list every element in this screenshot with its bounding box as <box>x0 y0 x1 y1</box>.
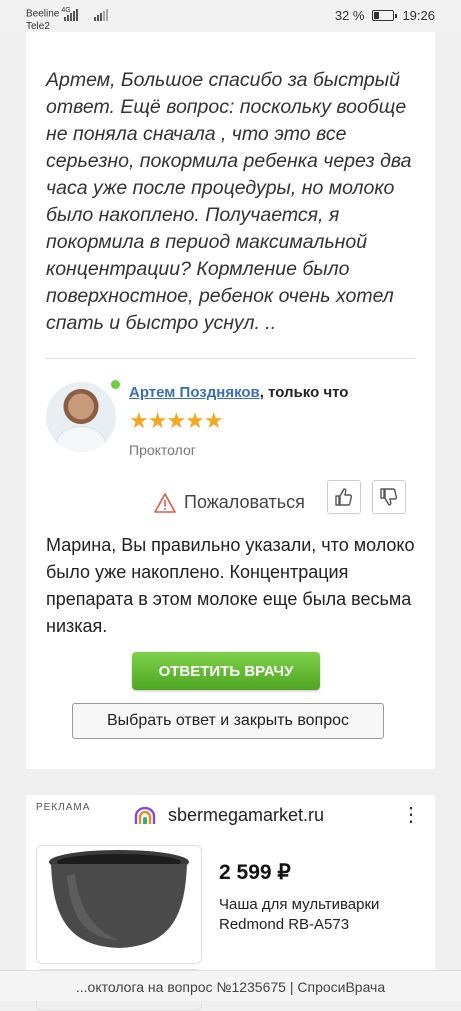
signal-2-icon <box>94 9 108 21</box>
carrier-1-name: Beeline <box>26 8 60 20</box>
ad-domain[interactable]: sbermegamarket.ru <box>168 805 324 826</box>
choose-answer-button[interactable]: Выбрать ответ и закрыть вопрос <box>72 703 384 739</box>
battery-percent: 32 % <box>334 8 365 23</box>
more-options-icon[interactable]: ⋮ <box>401 805 421 825</box>
post-time: , только что <box>259 384 349 401</box>
product-title[interactable]: Чаша для мультиварки Redmond RB-A573 <box>219 895 419 935</box>
reply-doctor-button[interactable]: ОТВЕТИТЬ ВРАЧУ <box>132 652 320 690</box>
product-price: 2 599 ₽ <box>219 861 291 884</box>
thumbs-up-icon <box>335 488 353 506</box>
online-indicator-icon <box>111 380 120 389</box>
doctor-avatar[interactable] <box>46 382 116 452</box>
doctor-author-line: Артем Поздняков, только что <box>129 384 348 401</box>
signal-icon <box>64 9 78 21</box>
dislike-button[interactable] <box>372 480 406 514</box>
warning-icon <box>154 492 176 513</box>
battery-icon <box>372 10 398 21</box>
answer-text: Марина, Вы правильно указали, что молоко… <box>46 535 415 636</box>
complain-button[interactable]: Пожаловаться <box>154 492 305 513</box>
page-title-bar[interactable]: ...октолога на вопрос №1235675 | СпросиВ… <box>0 970 461 1001</box>
status-right: 32 % 19:26 <box>335 8 435 23</box>
status-bar: Beeline 4G Tele2 32 % 19:26 <box>0 0 461 32</box>
ad-label: РЕКЛАМА <box>36 802 91 813</box>
battery-level <box>374 12 380 19</box>
thumbs-down-icon <box>380 488 398 506</box>
product-image[interactable] <box>36 845 202 964</box>
complain-label: Пожаловаться <box>184 492 305 512</box>
like-button[interactable] <box>327 480 361 514</box>
answer-card: Артем, Большое спасибо за быстрый ответ.… <box>26 32 435 769</box>
doctor-role: Проктолог <box>129 442 196 458</box>
rating-stars-icon: ★★★★★ <box>129 408 224 433</box>
divider <box>46 358 415 359</box>
sbermegamarket-logo-icon <box>134 807 156 824</box>
question-text: Артем, Большое спасибо за быстрый ответ.… <box>46 69 412 334</box>
clock: 19:26 <box>402 8 435 23</box>
doctor-name-link[interactable]: Артем Поздняков <box>129 384 260 401</box>
